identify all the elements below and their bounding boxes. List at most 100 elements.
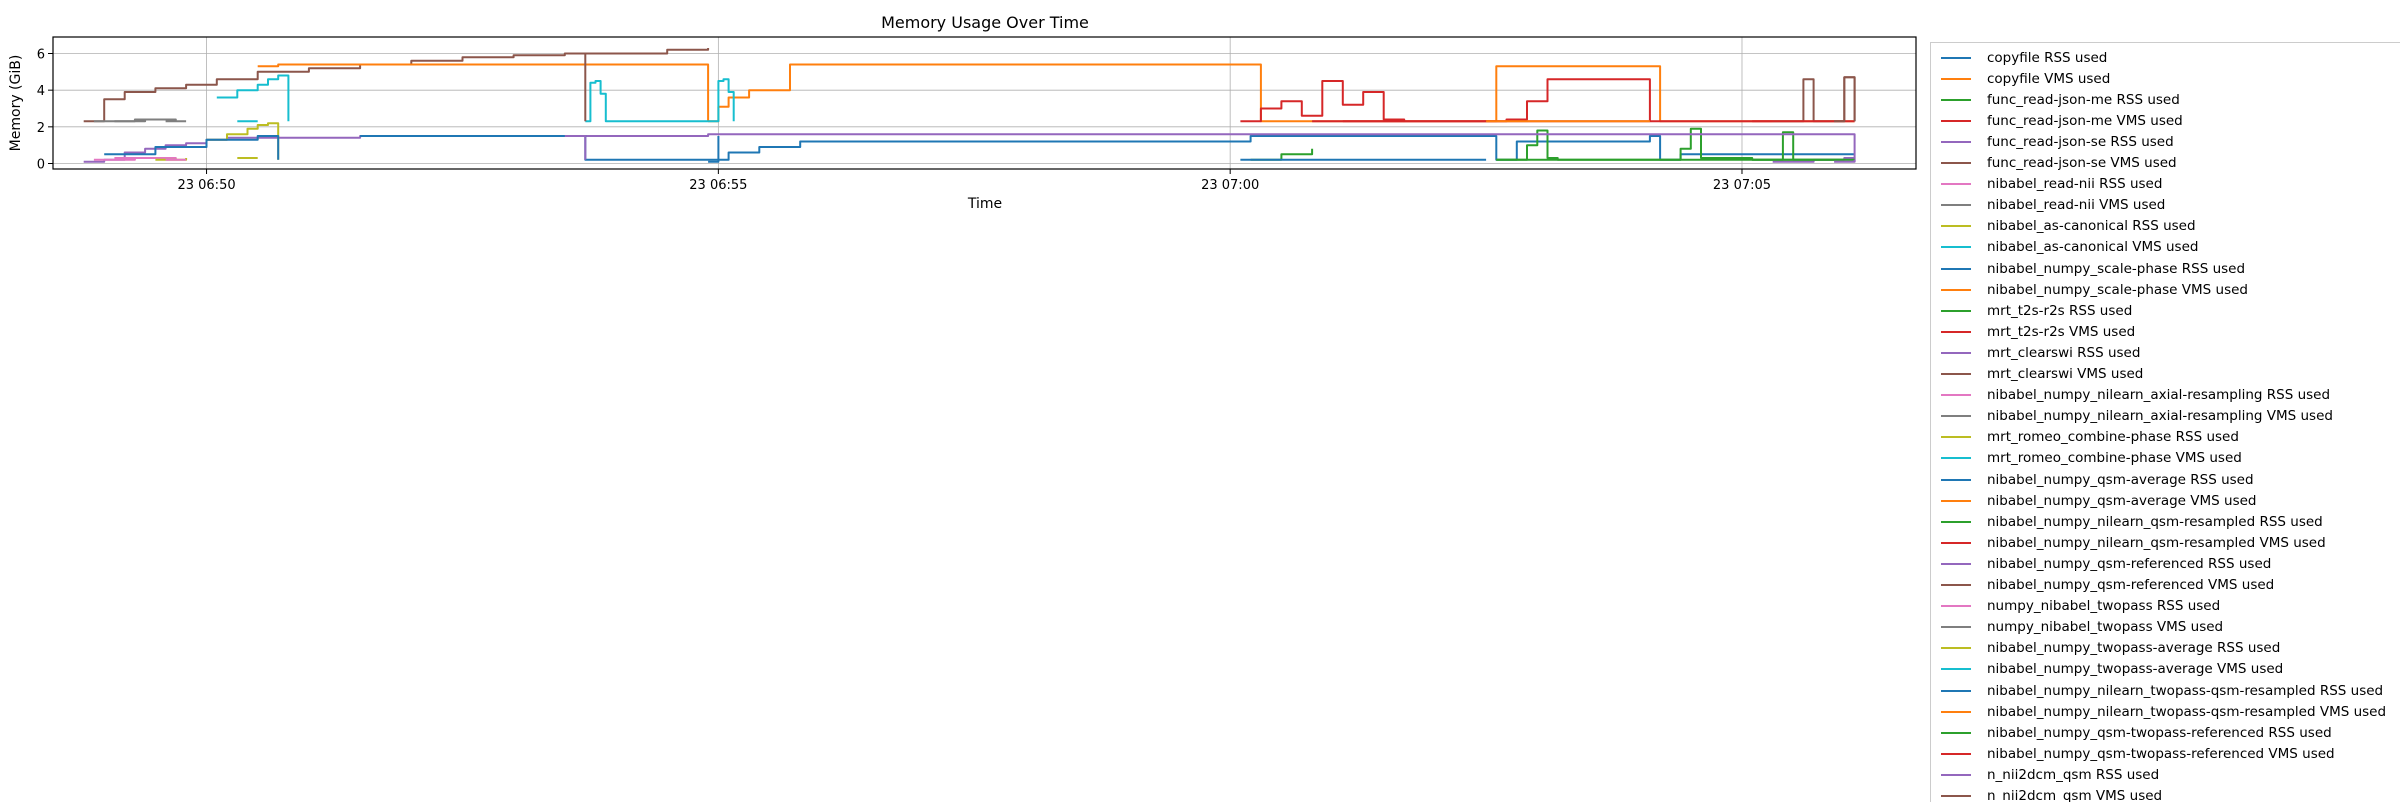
legend-swatch xyxy=(1941,141,1971,143)
x-tick-label: 23 07:05 xyxy=(1713,178,1771,193)
legend-swatch xyxy=(1941,78,1971,80)
legend-swatch xyxy=(1941,795,1971,797)
legend-swatch xyxy=(1941,120,1971,122)
legend-swatch xyxy=(1941,352,1971,354)
legend-entry: nibabel_numpy_nilearn_qsm-resampled VMS … xyxy=(1931,532,2326,553)
legend-entry: numpy_nibabel_twopass RSS used xyxy=(1931,596,2220,617)
legend-swatch xyxy=(1941,732,1971,734)
legend-label: nibabel_numpy_twopass-average VMS used xyxy=(1987,661,2283,677)
legend-label: nibabel_numpy_twopass-average RSS used xyxy=(1987,640,2280,656)
legend-entry: func_read-json-se VMS used xyxy=(1931,153,2177,174)
series-line-4 xyxy=(84,134,1855,162)
legend-label: func_read-json-me VMS used xyxy=(1987,113,2183,129)
legend-label: nibabel_numpy_nilearn_twopass-qsm-resamp… xyxy=(1987,683,2383,699)
legend-label: copyfile RSS used xyxy=(1987,50,2107,66)
legend-entry: nibabel_read-nii RSS used xyxy=(1931,174,2162,195)
y-tick-label: 6 xyxy=(37,48,45,63)
legend-entry: func_read-json-me VMS used xyxy=(1931,110,2183,131)
legend-label: nibabel_numpy_nilearn_axial-resampling R… xyxy=(1987,387,2330,403)
legend-label: nibabel_numpy_qsm-twopass-referenced RSS… xyxy=(1987,725,2332,741)
legend-entry: mrt_t2s-r2s RSS used xyxy=(1931,300,2132,321)
legend-swatch xyxy=(1941,57,1971,59)
legend-swatch xyxy=(1941,479,1971,481)
legend-swatch xyxy=(1941,668,1971,670)
legend-swatch xyxy=(1941,331,1971,333)
y-axis-label: Memory (GiB) xyxy=(8,55,24,152)
legend-swatch xyxy=(1941,584,1971,586)
legend-swatch xyxy=(1941,647,1971,649)
legend-label: copyfile VMS used xyxy=(1987,71,2110,87)
legend-swatch xyxy=(1941,774,1971,776)
legend-swatch xyxy=(1941,457,1971,459)
legend-entry: nibabel_numpy_qsm-average RSS used xyxy=(1931,469,2254,490)
legend-entry: mrt_clearswi RSS used xyxy=(1931,342,2140,363)
legend-swatch xyxy=(1941,162,1971,164)
legend-swatch xyxy=(1941,500,1971,502)
series-line-15 xyxy=(1773,77,1855,121)
legend-entry: nibabel_numpy_nilearn_twopass-qsm-resamp… xyxy=(1931,701,2386,722)
legend-entry: func_read-json-se RSS used xyxy=(1931,131,2174,152)
legend-swatch xyxy=(1941,268,1971,270)
legend-swatch xyxy=(1941,436,1971,438)
legend-swatch xyxy=(1941,246,1971,248)
chart-title: Memory Usage Over Time xyxy=(881,13,1089,32)
legend-swatch xyxy=(1941,626,1971,628)
legend-label: nibabel_numpy_qsm-referenced RSS used xyxy=(1987,556,2271,572)
legend-swatch xyxy=(1941,310,1971,312)
legend-label: mrt_romeo_combine-phase RSS used xyxy=(1987,429,2239,445)
legend-entry: nibabel_numpy_nilearn_twopass-qsm-resamp… xyxy=(1931,680,2383,701)
x-tick-label: 23 06:50 xyxy=(177,178,235,193)
legend-entry: nibabel_numpy_nilearn_axial-resampling R… xyxy=(1931,385,2330,406)
series-line-3 xyxy=(1240,79,1650,121)
legend-entry: nibabel_as-canonical RSS used xyxy=(1931,216,2196,237)
legend-entry: nibabel_numpy_twopass-average VMS used xyxy=(1931,659,2283,680)
series-line-8 xyxy=(207,123,279,160)
legend-swatch xyxy=(1941,289,1971,291)
legend-entry: nibabel_numpy_qsm-twopass-referenced VMS… xyxy=(1931,743,2335,764)
legend-entry: mrt_romeo_combine-phase VMS used xyxy=(1931,448,2242,469)
legend-entry: mrt_t2s-r2s VMS used xyxy=(1931,321,2135,342)
legend-label: nibabel_numpy_nilearn_axial-resampling V… xyxy=(1987,408,2333,424)
x-axis-label: Time xyxy=(967,196,1002,212)
series-line-1 xyxy=(708,65,1855,122)
legend: copyfile RSS used copyfile VMS used func_r… xyxy=(1930,42,2400,802)
series-layer xyxy=(84,48,1855,162)
legend-swatch xyxy=(1941,521,1971,523)
legend-swatch xyxy=(1941,373,1971,375)
legend-entry: nibabel_numpy_scale-phase RSS used xyxy=(1931,258,2245,279)
legend-label: mrt_t2s-r2s VMS used xyxy=(1987,324,2135,340)
legend-label: func_read-json-se RSS used xyxy=(1987,134,2174,150)
legend-label: nibabel_numpy_qsm-average VMS used xyxy=(1987,493,2257,509)
y-tick-label: 0 xyxy=(37,158,45,173)
legend-swatch xyxy=(1941,415,1971,417)
legend-swatch xyxy=(1941,542,1971,544)
legend-label: nibabel_numpy_qsm-referenced VMS used xyxy=(1987,577,2274,593)
legend-label: func_read-json-se VMS used xyxy=(1987,155,2177,171)
series-line-12 xyxy=(1251,149,1313,160)
legend-swatch xyxy=(1941,563,1971,565)
legend-entry: func_read-json-me RSS used xyxy=(1931,89,2180,110)
legend-entry: mrt_romeo_combine-phase RSS used xyxy=(1931,427,2239,448)
grid-layer xyxy=(53,37,1916,169)
legend-entry: nibabel_numpy_nilearn_axial-resampling V… xyxy=(1931,406,2333,427)
legend-label: nibabel_numpy_scale-phase VMS used xyxy=(1987,282,2248,298)
legend-label: nibabel_numpy_qsm-twopass-referenced VMS… xyxy=(1987,746,2335,762)
series-line-19 xyxy=(585,79,733,121)
legend-swatch xyxy=(1941,99,1971,101)
legend-swatch xyxy=(1941,711,1971,713)
plot-frame xyxy=(53,37,1916,169)
legend-entry: nibabel_as-canonical VMS used xyxy=(1931,237,2198,258)
legend-label: func_read-json-me RSS used xyxy=(1987,92,2180,108)
legend-swatch xyxy=(1941,690,1971,692)
series-line-5 xyxy=(84,48,708,121)
legend-label: nibabel_read-nii RSS used xyxy=(1987,176,2162,192)
legend-entry: copyfile VMS used xyxy=(1931,68,2110,89)
legend-swatch xyxy=(1941,394,1971,396)
legend-swatch xyxy=(1941,605,1971,607)
legend-entry: copyfile RSS used xyxy=(1931,47,2107,68)
legend-label: nibabel_numpy_nilearn_qsm-resampled VMS … xyxy=(1987,535,2326,551)
legend-label: nibabel_numpy_nilearn_twopass-qsm-resamp… xyxy=(1987,704,2386,720)
legend-label: nibabel_as-canonical RSS used xyxy=(1987,218,2196,234)
series-line-9 xyxy=(217,76,289,122)
legend-entry: mrt_clearswi VMS used xyxy=(1931,364,2143,385)
